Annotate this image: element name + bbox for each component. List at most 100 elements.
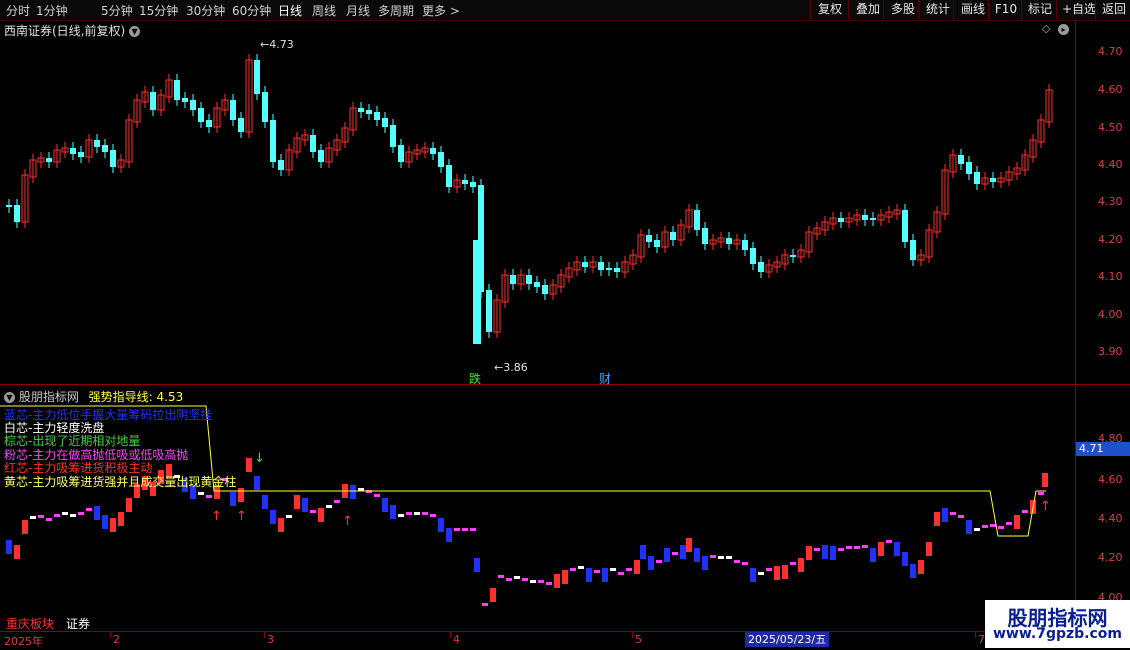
candle-body — [238, 118, 244, 132]
indicator-bar — [878, 542, 884, 556]
indicator-bar — [490, 588, 496, 602]
indicator-bar — [238, 488, 244, 502]
y-tick: 4.10 — [1098, 270, 1123, 283]
indicator-bar — [634, 560, 640, 574]
indicator-bar — [554, 574, 560, 588]
candle-body — [102, 145, 108, 152]
indicator-bar — [326, 505, 332, 508]
guide-line-value: 4.53 — [156, 390, 184, 404]
tab-sector[interactable]: 重庆板块 — [6, 615, 54, 632]
time-tick — [110, 632, 111, 638]
indicator-bar — [694, 548, 700, 562]
indicator-bar — [334, 500, 340, 503]
indicator-bar — [934, 512, 940, 526]
legend-yellow: 黄芯-主力吸筹进货强并且成交量出现黄金柱 — [4, 475, 237, 489]
indicator-bar — [838, 548, 844, 551]
candle-body — [838, 218, 844, 222]
candle-body — [150, 92, 156, 110]
candle-body — [606, 268, 612, 270]
current-price-tag: 4.71 — [1076, 442, 1130, 456]
candle-body — [374, 112, 380, 120]
candle-body — [46, 158, 52, 162]
candle-body — [910, 240, 916, 260]
candle-body — [742, 240, 748, 250]
time-axis-separator — [0, 631, 1130, 632]
indicator-bar — [406, 512, 412, 515]
indicator-bar — [278, 518, 284, 532]
candle-body — [702, 228, 708, 244]
bottom-tabs: 重庆板块 证券 — [0, 613, 1075, 631]
indicator-bar — [742, 562, 748, 565]
candle-body — [902, 210, 908, 242]
candle-body — [486, 290, 492, 332]
tab-securities[interactable]: 证券 — [66, 615, 90, 632]
candle-body — [438, 152, 444, 167]
indicator-bar — [640, 545, 646, 559]
arrow-down-icon: ↓ — [254, 451, 265, 466]
indicator-bar — [846, 546, 852, 549]
candle-body — [598, 262, 604, 270]
event-marker-finance[interactable]: 财 — [599, 370, 611, 387]
indicator-bar — [910, 564, 916, 578]
indicator-bar — [1038, 492, 1044, 495]
candle-body — [582, 262, 588, 267]
watermark-logo: 股朋指标网 www.7gpzb.com — [985, 600, 1130, 648]
indicator-bar — [198, 492, 204, 495]
arrow-up-icon: ↑ — [342, 514, 353, 529]
arrow-up-icon: ↑ — [1040, 499, 1051, 514]
event-marker-drop[interactable]: 跌 — [469, 370, 481, 387]
guide-line-label: 强势指导线: — [88, 390, 153, 404]
indicator-bar — [594, 570, 600, 573]
indicator-bar — [656, 560, 662, 563]
y-tick: 4.60 — [1098, 83, 1123, 96]
indicator-bar — [942, 508, 948, 522]
indicator-bar — [498, 575, 504, 578]
indicator-bar — [814, 548, 820, 551]
strength-guide-line — [0, 405, 1046, 537]
indicator-bar — [78, 512, 84, 515]
indicator-bar — [982, 525, 988, 528]
time-label: 2 — [113, 633, 120, 646]
indicator-bar — [318, 508, 324, 522]
y-tick: 4.50 — [1098, 121, 1123, 134]
time-tick — [632, 632, 633, 638]
indicator-bar — [54, 514, 60, 517]
indicator-bar — [230, 492, 236, 506]
indicator-bar — [926, 542, 932, 556]
candle-body — [182, 98, 188, 102]
indicator-bar — [766, 568, 772, 571]
indicator-bar — [38, 515, 44, 518]
indicator-bar — [822, 545, 828, 559]
candle-body — [974, 172, 980, 184]
candle-body — [366, 110, 372, 114]
indicator-bar — [902, 552, 908, 566]
candle-body — [958, 155, 964, 164]
candle-body — [446, 165, 452, 187]
indicator-bar — [702, 556, 708, 570]
candle-body — [174, 80, 180, 100]
indicator-bar — [870, 548, 876, 562]
indicator-bar — [6, 540, 12, 554]
indicator-bar — [894, 542, 900, 556]
indicator-bar — [998, 526, 1004, 529]
indicator-bar — [474, 558, 480, 572]
cursor-date-label: 2025/05/23/五 — [745, 632, 830, 647]
time-label: 4 — [453, 633, 460, 646]
indicator-bar — [710, 555, 716, 558]
candle-body — [646, 235, 652, 242]
indicator-bar — [774, 566, 780, 580]
high-price-label: ←4.73 — [260, 38, 294, 51]
candle-body — [670, 232, 676, 240]
indicator-bar — [470, 528, 476, 531]
chevron-down-icon[interactable]: ▼ — [4, 392, 15, 403]
candle-body — [382, 118, 388, 127]
indicator-bar — [246, 458, 252, 472]
indicator-bar — [422, 512, 428, 515]
time-label: 5 — [635, 633, 642, 646]
indicator-bar — [918, 560, 924, 574]
candle-body — [750, 248, 756, 264]
indicator-bar — [102, 515, 108, 529]
indicator-bar — [14, 545, 20, 559]
indicator-bar — [626, 568, 632, 571]
indicator-bar — [514, 576, 520, 579]
